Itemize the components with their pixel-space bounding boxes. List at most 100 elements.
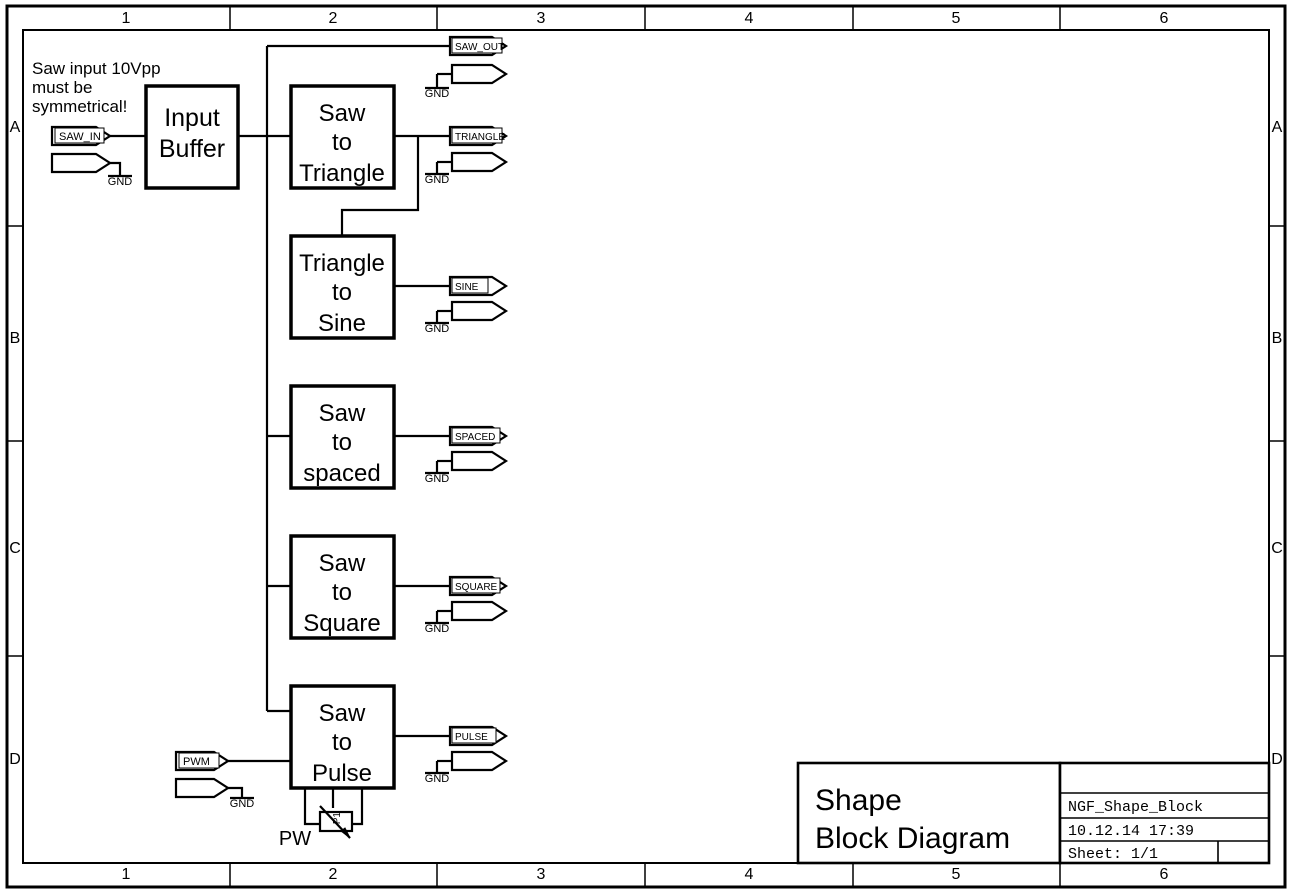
block-saw-to-spaced-line-2: to [332,429,352,456]
gnd-label-saw-out: GND [425,88,450,100]
output-port-gnd-pulse[interactable] [450,750,509,772]
output-port-gnd-pulse-outline[interactable] [450,750,509,772]
frame-column-ticks-bottom [229,863,1061,886]
gnd-label-square: GND [425,623,450,635]
frame-col-label-top-5: 5 [952,10,961,27]
title-block-title-line-2: Block Diagram [815,822,1010,855]
block-triangle-to-sine-line-2: to [332,279,352,306]
block-triangle-to-sine[interactable]: Triangle to Sine [289,234,396,340]
wire-pot-left-leg [303,787,320,826]
output-port-square[interactable]: SQUARE [448,575,509,597]
block-saw-to-square-line-2: to [332,579,352,606]
frame-row-label-right-b: B [1272,330,1283,347]
block-saw-to-square[interactable]: Saw to Square [289,534,396,640]
block-saw-to-triangle-line-1: Saw [319,100,366,127]
gnd-label-pwm: GND [230,798,255,810]
input-port-gnd-saw-in[interactable] [50,152,113,174]
output-port-pulse[interactable]: PULSE [448,725,509,747]
frame-row-ticks [7,225,1285,657]
block-saw-to-pulse-line-3: Pulse [312,760,372,787]
block-triangle-to-sine-line-3: Sine [318,310,366,337]
output-port-spaced[interactable]: SPACED [448,425,509,447]
output-port-gnd-spaced[interactable] [450,450,509,472]
output-port-triangle[interactable]: TRIANGLE [448,125,509,147]
output-port-saw-out-label: SAW_OUT [455,42,504,53]
gnd-label-sine: GND [425,323,450,335]
output-port-pulse-label: PULSE [455,732,488,743]
output-port-square-label: SQUARE [455,582,498,593]
frame-row-label-right-d: D [1271,751,1283,768]
output-ports[interactable]: SAW_OUT TRIANGLE SINE SPACED SQUARE PULS… [448,35,509,772]
output-port-sine-label: SINE [455,282,479,293]
block-input-buffer[interactable]: Input Buffer [144,84,240,190]
input-port-gnd-pwm-outline[interactable] [174,777,231,799]
output-port-gnd-triangle[interactable] [450,151,509,173]
note-saw-input-line-1: Saw input 10Vpp [32,59,161,78]
note-saw-input: Saw input 10Vpp must be symmetrical! [32,59,161,116]
block-saw-to-spaced[interactable]: Saw to spaced [289,384,396,490]
block-saw-to-pulse-line-1: Saw [319,700,366,727]
output-port-gnd-sine-outline[interactable] [450,300,509,322]
frame-col-label-bottom-6: 6 [1160,866,1169,883]
frame-row-label-right-c: C [1271,540,1283,557]
input-port-gnd-pwm[interactable] [174,777,231,799]
title-block-sheet: Sheet: 1/1 [1068,846,1158,863]
ground-labels: GND GND GND GND GND GND GND GND [108,88,450,810]
output-port-gnd-saw-out-outline[interactable] [450,63,509,85]
block-saw-to-pulse[interactable]: Saw to Pulse [289,684,396,790]
output-port-gnd-sine[interactable] [450,300,509,322]
frame-column-ticks-top [229,7,1061,30]
pot-p1-reference-label: P1 [332,812,343,825]
wire-pot-right-leg [352,787,364,826]
block-input-buffer-line-2: Buffer [159,135,225,163]
component-pot-p1[interactable]: P1 PW [279,805,354,850]
frame-row-label-left-a: A [10,119,21,136]
input-port-pwm[interactable]: PWM [174,750,231,772]
title-block-document-name: NGF_Shape_Block [1068,799,1203,816]
frame-row-label-left-d: D [9,751,21,768]
output-port-gnd-square[interactable] [450,600,509,622]
block-saw-to-pulse-line-2: to [332,729,352,756]
wire-gnd-pwm [228,786,244,798]
frame-col-label-top-1: 1 [122,10,131,27]
frame-row-label-left-c: C [9,540,21,557]
pot-p1-name-label: PW [279,828,311,850]
note-saw-input-line-2: must be [32,78,92,97]
frame-col-label-top-6: 6 [1160,10,1169,27]
gnd-label-spaced: GND [425,473,450,485]
block-triangle-to-sine-line-1: Triangle [299,250,385,277]
output-port-triangle-label: TRIANGLE [455,132,505,143]
gnd-label-pulse: GND [425,773,450,785]
block-saw-to-spaced-line-1: Saw [319,400,366,427]
output-port-gnd-triangle-outline[interactable] [450,151,509,173]
input-port-saw-in[interactable]: SAW_IN [50,125,113,147]
frame-col-label-top-3: 3 [537,10,546,27]
output-port-gnd-saw-out[interactable] [450,63,509,85]
output-port-saw-out[interactable]: SAW_OUT [448,35,509,57]
output-port-gnd-square-outline[interactable] [450,600,509,622]
input-port-gnd-saw-in-outline[interactable] [50,152,113,174]
wire-gnd-saw-in [110,161,122,176]
block-saw-to-square-line-1: Saw [319,550,366,577]
output-port-gnd-spaced-outline[interactable] [450,450,509,472]
title-block-date: 10.12.14 17:39 [1068,823,1194,840]
gnd-label-saw-in: GND [108,176,133,188]
title-block-title-line-1: Shape [815,784,902,817]
input-ports[interactable]: SAW_IN PWM [50,125,231,799]
output-port-sine[interactable]: SINE [448,275,509,297]
block-saw-to-square-line-3: Square [303,610,380,637]
gnd-label-triangle: GND [425,174,450,186]
block-saw-to-triangle[interactable]: Saw to Triangle [289,84,396,190]
input-port-pwm-label: PWM [183,756,210,768]
block-saw-to-spaced-line-3: spaced [303,460,380,487]
schematic-sheet: 1 2 3 4 5 6 1 2 3 4 5 6 A B C D A B C D [0,0,1292,893]
frame-col-label-bottom-2: 2 [329,866,338,883]
block-saw-to-triangle-line-2: to [332,129,352,156]
block-input-buffer-line-1: Input [164,104,220,132]
frame-col-label-top-4: 4 [745,10,754,27]
frame-row-labels-left: A B C D [9,119,21,768]
block-saw-to-triangle-line-3: Triangle [299,160,385,187]
title-block: Shape Block Diagram NGF_Shape_Block 10.1… [796,761,1271,865]
frame-col-label-bottom-5: 5 [952,866,961,883]
schematic-canvas: 1 2 3 4 5 6 1 2 3 4 5 6 A B C D A B C D [5,4,1287,889]
